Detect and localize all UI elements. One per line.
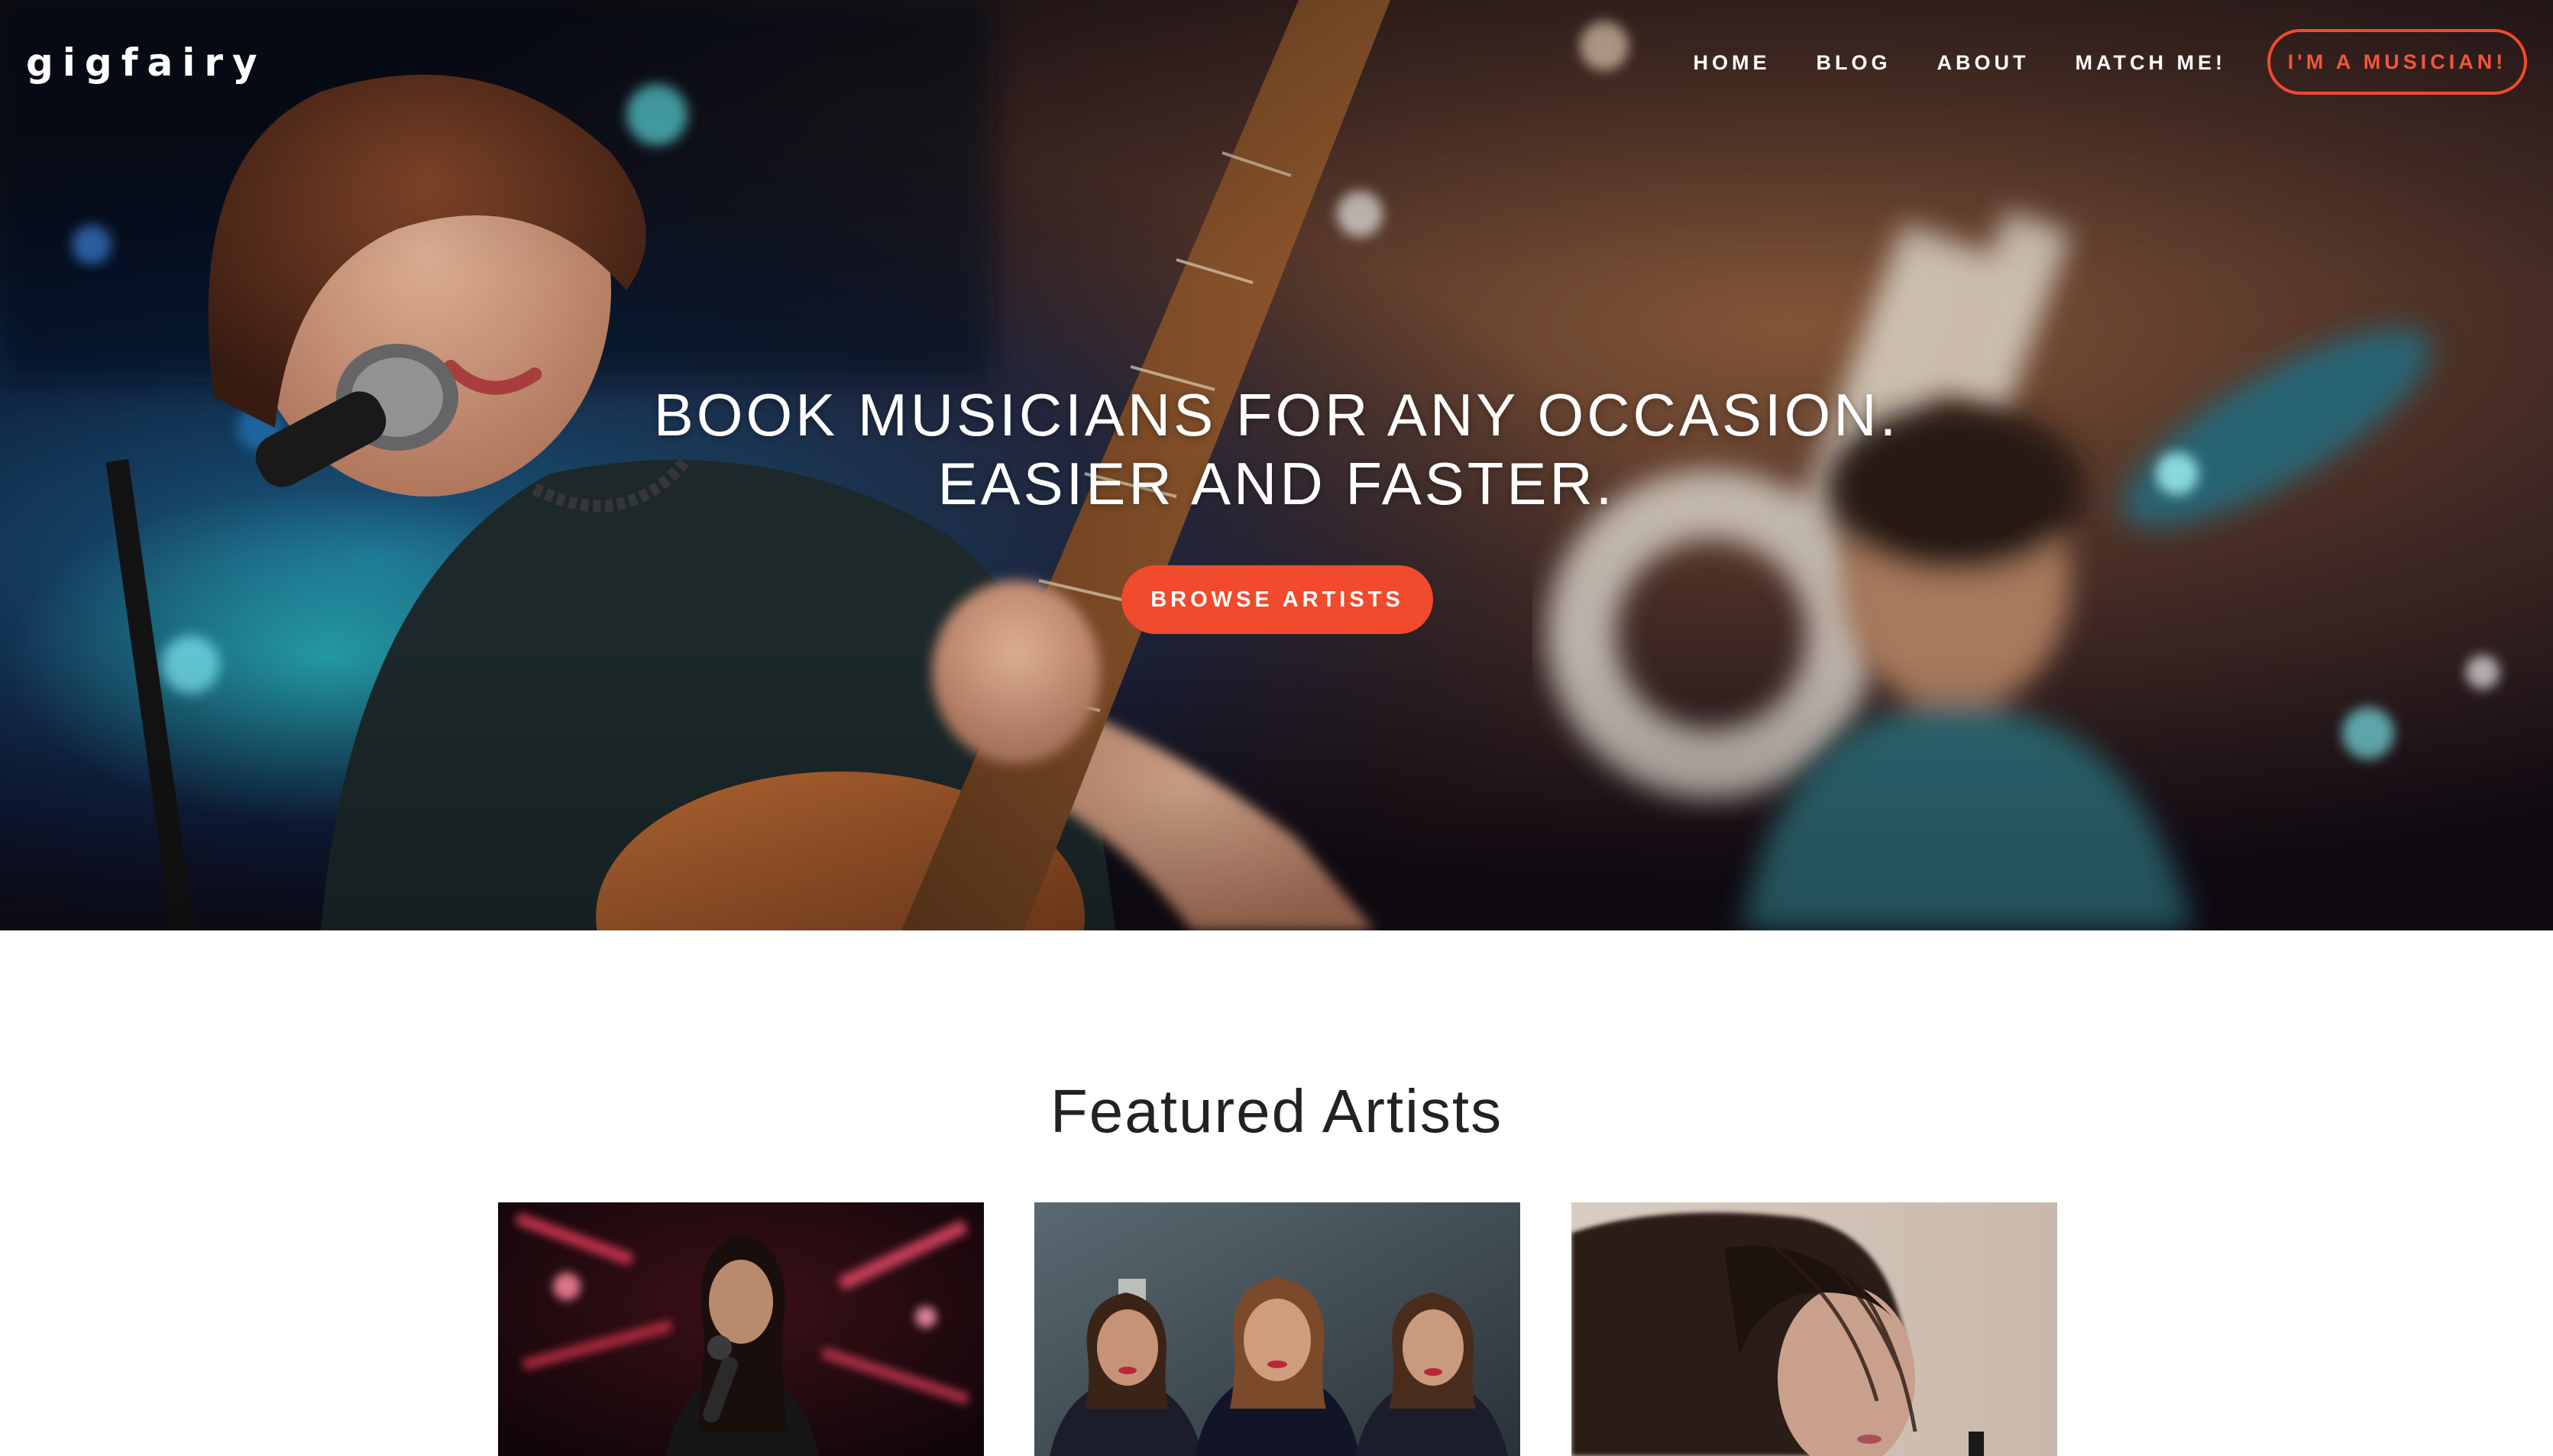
hero-headline-line-2: EASIER AND FASTER. [937, 450, 1616, 517]
artist-photo-singer [498, 1202, 984, 1456]
artist-photo-trio [1034, 1202, 1520, 1456]
hero-headline-line-1: BOOK MUSICIANS FOR ANY OCCASION. [653, 381, 1900, 448]
nav-link-about[interactable]: ABOUT [1937, 46, 2030, 79]
nav-link-blog[interactable]: BLOG [1817, 46, 1891, 79]
featured-artist-card[interactable] [1034, 1202, 1520, 1456]
hero-section: gigfairy HOME BLOG ABOUT MATCH ME! I'M A… [0, 0, 2553, 930]
nav-link-match-me[interactable]: MATCH ME! [2076, 46, 2226, 79]
im-a-musician-button[interactable]: I'M A MUSICIAN! [2267, 29, 2527, 95]
browse-artists-button[interactable]: BROWSE ARTISTS [1121, 565, 1433, 634]
hero-headline: BOOK MUSICIANS FOR ANY OCCASION. EASIER … [0, 380, 2553, 518]
artist-photo-woman-hair [1571, 1202, 2057, 1456]
featured-artist-card[interactable] [1571, 1202, 2057, 1456]
nav-links: HOME BLOG ABOUT MATCH ME! [1694, 46, 2226, 79]
featured-artist-card[interactable] [498, 1202, 984, 1456]
top-navigation: gigfairy HOME BLOG ABOUT MATCH ME! I'M A… [0, 0, 2553, 127]
nav-link-home[interactable]: HOME [1694, 46, 1771, 79]
featured-artists-heading: Featured Artists [1050, 1077, 1503, 1145]
gigfairy-logo[interactable]: gigfairy [26, 35, 267, 90]
